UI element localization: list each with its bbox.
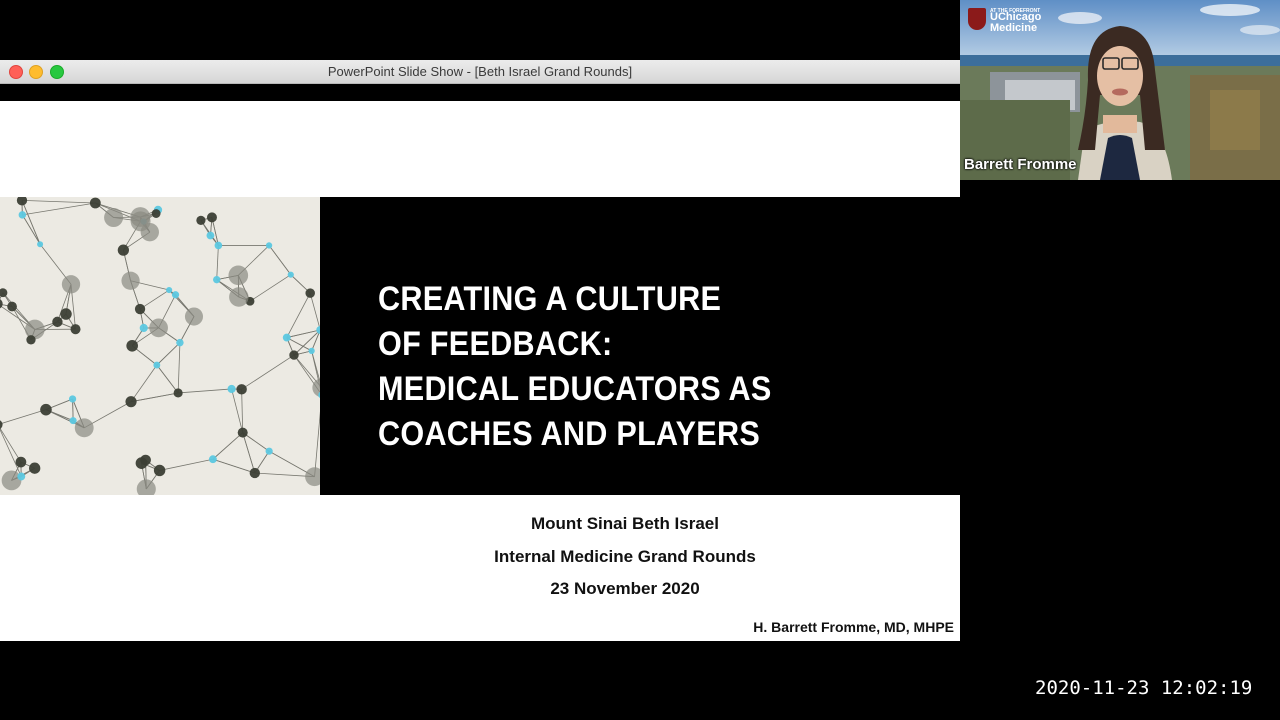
recording-timestamp: 2020-11-23 12:02:19 — [1035, 677, 1253, 699]
participant-name: Barrett Fromme — [964, 156, 1077, 173]
slide-author: H. Barrett Fromme, MD, MHPE — [753, 619, 954, 635]
slide-venue: Mount Sinai Beth Israel — [531, 514, 719, 533]
shield-icon — [968, 8, 986, 30]
logo-line-2: Medicine — [990, 22, 1038, 34]
slide[interactable]: CREATING A CULTURE OF FEEDBACK: MEDICAL … — [0, 101, 960, 641]
slide-title-line: OF FEEDBACK: — [378, 325, 613, 363]
slide-title-line: CREATING A CULTURE — [378, 280, 722, 318]
network-graphic — [0, 197, 320, 495]
slide-title-line: MEDICAL EDUCATORS AS — [378, 370, 772, 408]
uchicago-medicine-logo: AT THE FOREFRONT UChicago Medicine — [968, 6, 1048, 34]
participant-video[interactable]: AT THE FOREFRONT UChicago Medicine Barre… — [960, 0, 1280, 180]
slide-date: 23 November 2020 — [550, 579, 700, 598]
window-title: PowerPoint Slide Show - [Beth Israel Gra… — [327, 64, 633, 79]
window-titlebar[interactable]: PowerPoint Slide Show - [Beth Israel Gra… — [0, 60, 960, 84]
slide-title-line: COACHES AND PLAYERS — [378, 415, 761, 453]
slide-title: CREATING A CULTURE OF FEEDBACK: MEDICAL … — [378, 277, 882, 457]
slide-event: Internal Medicine Grand Rounds — [494, 547, 756, 566]
powerpoint-window: PowerPoint Slide Show - [Beth Israel Gra… — [0, 60, 960, 660]
